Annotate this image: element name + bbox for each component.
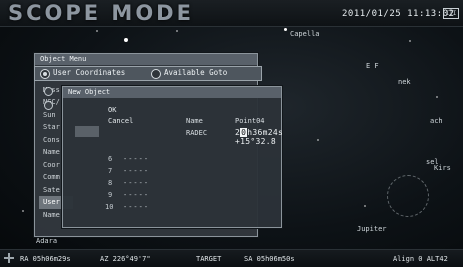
sky-label-nek: nek bbox=[398, 78, 411, 86]
new-object-title: New Object bbox=[63, 87, 281, 98]
star bbox=[124, 38, 128, 42]
ok-button[interactable]: OK bbox=[108, 106, 116, 114]
name-label: Name bbox=[186, 117, 203, 125]
star bbox=[409, 40, 411, 42]
coordinate-tab-bar: User Coordinates Available Goto bbox=[34, 66, 262, 81]
row-number: 7 bbox=[108, 167, 113, 175]
row-number: 9 bbox=[108, 191, 113, 199]
sky-label-ach: ach bbox=[430, 117, 443, 125]
sky-label-jupiter: Jupiter bbox=[357, 225, 387, 233]
star bbox=[284, 28, 287, 31]
star bbox=[364, 205, 366, 207]
top-bar: SCOPE MODE 2011/01/25 11:13:02 III bbox=[0, 0, 463, 27]
sky-label-kirs: Kirs bbox=[434, 164, 451, 172]
row-number: 6 bbox=[108, 155, 113, 163]
battery-icon: III bbox=[443, 8, 459, 19]
star bbox=[436, 96, 438, 98]
row-number: 10 bbox=[105, 203, 114, 211]
available-goto-radio[interactable] bbox=[151, 69, 161, 79]
row-number: 8 bbox=[108, 179, 113, 187]
object-menu-title: Object Menu bbox=[35, 54, 257, 65]
selection-block bbox=[75, 126, 99, 137]
mode-title: SCOPE MODE bbox=[8, 1, 194, 25]
tab-user-coordinates[interactable]: User Coordinates bbox=[53, 68, 125, 77]
datetime: 2011/01/25 11:13:02 bbox=[342, 9, 455, 19]
new-object-dialog: New Object OK Cancel Name Point04 RADEC … bbox=[44, 86, 283, 228]
sky-label-adara: Adara bbox=[36, 237, 58, 245]
name-value[interactable]: Point04 bbox=[235, 117, 265, 125]
scope-screen: Capella E F nek ach sel Jupiter Kirs Ada… bbox=[0, 0, 463, 267]
align-readout: Align 0 ALT42 bbox=[393, 255, 448, 263]
target-label: TARGET bbox=[196, 255, 222, 263]
crosshair-icon bbox=[4, 253, 14, 263]
row-value[interactable]: ----- bbox=[123, 179, 149, 187]
star bbox=[176, 30, 178, 32]
list-radio[interactable] bbox=[44, 87, 53, 96]
ra-readout: RA 05h06m29s bbox=[20, 255, 71, 263]
star bbox=[96, 30, 98, 32]
sky-label-capella: Capella bbox=[290, 30, 320, 38]
user-coordinates-radio[interactable] bbox=[40, 69, 50, 79]
radec-field[interactable]: 20h36m24s +15°32.8 bbox=[235, 128, 283, 146]
row-value[interactable]: ----- bbox=[123, 155, 149, 163]
radec-label: RADEC bbox=[186, 129, 208, 137]
row-value[interactable]: ----- bbox=[123, 167, 149, 175]
list-radio[interactable] bbox=[44, 101, 53, 110]
sky-label-ef: E F bbox=[366, 62, 379, 70]
az-readout: AZ 226°49'7" bbox=[100, 255, 151, 263]
star bbox=[317, 139, 319, 141]
sa-readout: SA 05h06m50s bbox=[244, 255, 295, 263]
row-value[interactable]: ----- bbox=[123, 191, 149, 199]
row-value[interactable]: ----- bbox=[123, 203, 149, 211]
bottom-status-bar: RA 05h06m29s AZ 226°49'7" TARGET SA 05h0… bbox=[0, 249, 463, 267]
target-circle bbox=[387, 175, 429, 217]
tab-available-goto[interactable]: Available Goto bbox=[164, 68, 227, 77]
star bbox=[22, 210, 24, 212]
cancel-button[interactable]: Cancel bbox=[108, 117, 133, 125]
